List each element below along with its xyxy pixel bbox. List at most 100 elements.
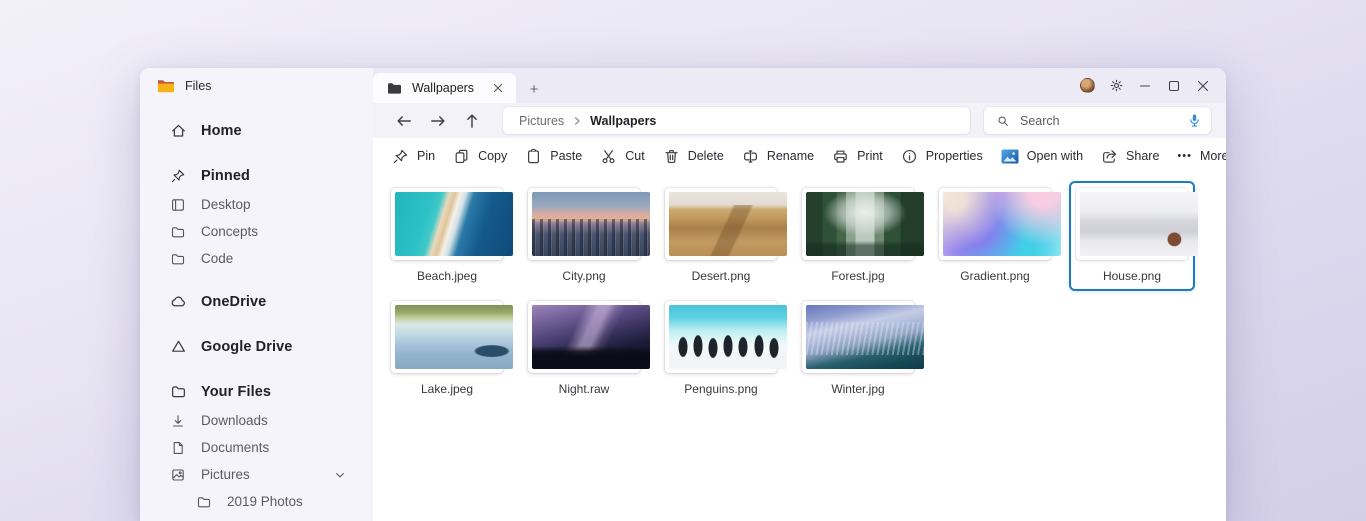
- tab-strip: Wallpapers +: [373, 68, 1226, 103]
- file-item[interactable]: Forest.jpg: [795, 181, 924, 291]
- file-item[interactable]: Night.raw: [521, 294, 650, 404]
- chevron-right-icon: [572, 116, 582, 126]
- breadcrumb: Pictures Wallpapers: [503, 107, 970, 134]
- sidebar-item-pictures[interactable]: Pictures: [140, 461, 373, 488]
- breadcrumb-item-pictures[interactable]: Pictures: [519, 114, 564, 128]
- thumbnail-card: [528, 301, 650, 373]
- settings-gear-icon[interactable]: [1107, 77, 1125, 95]
- file-item[interactable]: City.png: [521, 181, 650, 291]
- copy-icon: [453, 148, 470, 165]
- sidebar-item-label: OneDrive: [201, 293, 267, 310]
- home-icon: [169, 122, 187, 140]
- chevron-down-icon[interactable]: [333, 468, 347, 482]
- back-button[interactable]: [391, 108, 417, 134]
- files-app-window: Files Home Pinned Desktop Concepts Code …: [140, 68, 1226, 521]
- copy-button[interactable]: Copy: [444, 142, 516, 170]
- sidebar-item-label: Your Files: [201, 383, 272, 400]
- maximize-button[interactable]: [1165, 77, 1183, 95]
- tab-wallpapers[interactable]: Wallpapers: [373, 73, 516, 103]
- penguins-thumbnail: [669, 305, 787, 369]
- search-icon: [996, 114, 1010, 128]
- folder-icon: [195, 493, 213, 511]
- sidebar-item-downloads[interactable]: Downloads: [140, 407, 373, 434]
- lake-thumbnail: [395, 305, 513, 369]
- app-title: Files: [140, 68, 373, 103]
- file-item[interactable]: Desert.png: [658, 181, 787, 291]
- sidebar-item-label: Documents: [201, 440, 270, 455]
- sidebar-item-your-files[interactable]: Your Files: [140, 376, 373, 407]
- titlebar-controls: [1078, 68, 1212, 103]
- search-bar: [984, 107, 1211, 134]
- properties-button[interactable]: Properties: [892, 142, 992, 170]
- more-dots-icon: •••: [1177, 150, 1192, 162]
- user-avatar[interactable]: [1078, 77, 1096, 95]
- sidebar: Files Home Pinned Desktop Concepts Code …: [140, 68, 373, 521]
- file-name: Beach.jpeg: [416, 269, 478, 283]
- folder-icon: [169, 223, 187, 241]
- file-name: Lake.jpeg: [420, 382, 474, 396]
- trash-icon: [663, 148, 680, 165]
- sidebar-item-2020-photos[interactable]: 2020 Photos: [140, 515, 373, 521]
- sidebar-item-onedrive[interactable]: OneDrive: [140, 286, 373, 317]
- sidebar-item-home[interactable]: Home: [140, 115, 373, 146]
- file-name: Forest.jpg: [831, 269, 885, 283]
- thumbnail-card: [802, 301, 924, 373]
- sidebar-item-label: Downloads: [201, 413, 268, 428]
- file-item[interactable]: Gradient.png: [932, 181, 1061, 291]
- winter-thumbnail: [806, 305, 924, 369]
- forest-thumbnail: [806, 192, 924, 256]
- pin-icon: [169, 167, 187, 185]
- rename-icon: [742, 148, 759, 165]
- sidebar-item-concepts[interactable]: Concepts: [140, 218, 373, 245]
- forward-button[interactable]: [425, 108, 451, 134]
- paste-button[interactable]: Paste: [516, 142, 591, 170]
- beach-thumbnail: [395, 192, 513, 256]
- tab-close-icon[interactable]: [490, 80, 506, 96]
- share-icon: [1101, 148, 1118, 165]
- sidebar-item-label: Concepts: [201, 224, 259, 239]
- file-item[interactable]: Lake.jpeg: [384, 294, 513, 404]
- search-input[interactable]: [1020, 113, 1178, 128]
- cloud-icon: [169, 293, 187, 311]
- breadcrumb-item-wallpapers[interactable]: Wallpapers: [590, 114, 656, 128]
- new-tab-button[interactable]: +: [520, 75, 548, 103]
- open-with-photo-icon: [1001, 149, 1019, 164]
- sidebar-item-google-drive[interactable]: Google Drive: [140, 331, 373, 362]
- cut-icon: [600, 148, 617, 165]
- cut-button[interactable]: Cut: [591, 142, 653, 170]
- microphone-icon[interactable]: [1188, 113, 1201, 128]
- thumbnail-card: [391, 301, 513, 373]
- sidebar-item-desktop[interactable]: Desktop: [140, 191, 373, 218]
- more-button[interactable]: ••• More: [1168, 142, 1226, 170]
- desert-thumbnail: [669, 192, 787, 256]
- folder-tab-icon: [387, 82, 402, 95]
- file-name: Desert.png: [691, 269, 751, 283]
- pin-button[interactable]: Pin: [383, 142, 444, 170]
- file-name: Gradient.png: [960, 269, 1030, 283]
- paste-icon: [525, 148, 542, 165]
- file-item[interactable]: Penguins.png: [658, 294, 787, 404]
- file-item[interactable]: Beach.jpeg: [384, 181, 513, 291]
- file-name: Winter.jpg: [831, 382, 885, 396]
- close-button[interactable]: [1194, 77, 1212, 95]
- up-button[interactable]: [459, 108, 485, 134]
- sidebar-item-label: Code: [201, 251, 234, 266]
- file-name: House.png: [1102, 269, 1162, 283]
- delete-button[interactable]: Delete: [654, 142, 733, 170]
- print-button[interactable]: Print: [823, 142, 892, 170]
- night-thumbnail: [532, 305, 650, 369]
- file-item[interactable]: Winter.jpg: [795, 294, 924, 404]
- google-drive-icon: [169, 338, 187, 356]
- file-item[interactable]: House.png: [1069, 181, 1198, 291]
- minimize-button[interactable]: [1136, 77, 1154, 95]
- share-button[interactable]: Share: [1092, 142, 1168, 170]
- sidebar-item-2019-photos[interactable]: 2019 Photos: [140, 488, 373, 515]
- sidebar-item-code[interactable]: Code: [140, 245, 373, 272]
- rename-button[interactable]: Rename: [733, 142, 823, 170]
- sidebar-item-pinned[interactable]: Pinned: [140, 160, 373, 191]
- gradient-thumbnail: [943, 192, 1061, 256]
- sidebar-item-documents[interactable]: Documents: [140, 434, 373, 461]
- house-thumbnail: [1080, 192, 1198, 256]
- desktop-icon: [169, 196, 187, 214]
- open-with-button[interactable]: Open with: [992, 142, 1092, 170]
